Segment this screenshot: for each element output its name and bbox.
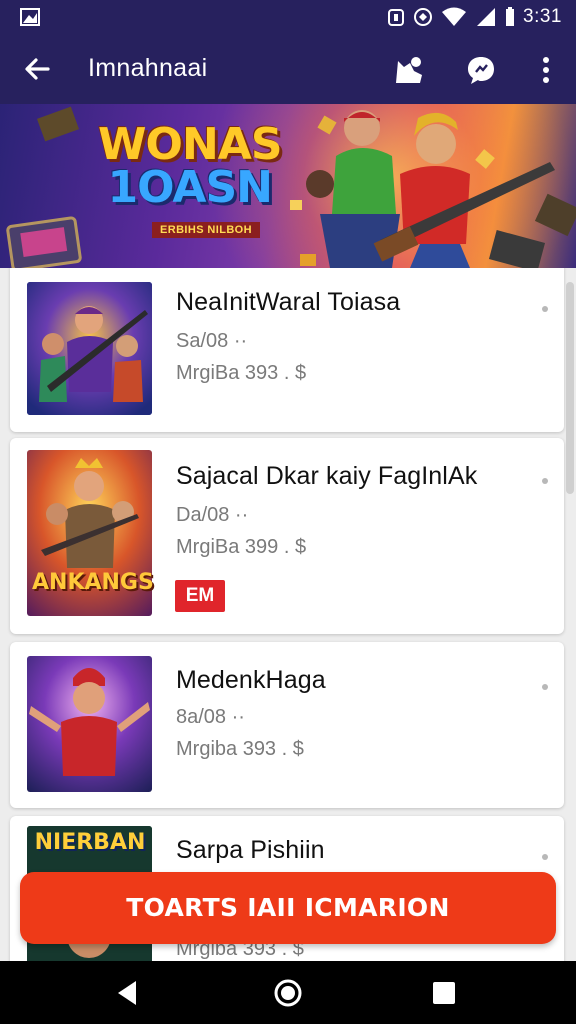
game-title: MedenkHaga [176, 666, 326, 694]
game-price: Mrgiba 393 . $ [176, 738, 304, 760]
scrollbar[interactable] [566, 282, 574, 494]
more-dot-icon[interactable] [542, 854, 548, 860]
list-item[interactable]: MedenkHaga 8a/08 ·· Mrgiba 393 . $ [10, 642, 564, 808]
clock: 3:31 [523, 6, 562, 27]
banner-title-line2: 1OASN [107, 162, 273, 213]
banner-artwork [6, 106, 576, 268]
game-title: Sarpa Pishiin [176, 836, 325, 864]
game-meta: Da/08 ·· [176, 504, 249, 526]
more-vert-icon[interactable] [529, 53, 563, 87]
status-badge: EM [175, 580, 225, 612]
game-title: NeaInitWaral Toiasa [176, 288, 401, 316]
vibrate-icon [414, 8, 433, 26]
game-title: Sajacal Dkar kaiy FagInlAk [176, 462, 478, 490]
back-icon[interactable] [20, 52, 54, 86]
recents-nav-icon[interactable] [428, 977, 460, 1009]
thumbnail-caption: NIERBAN [34, 830, 146, 855]
more-dot-icon[interactable] [542, 478, 548, 484]
game-price: MrgiBa 399 . $ [176, 536, 307, 558]
game-price: MrgiBa 393 . $ [176, 362, 307, 384]
game-meta: Sa/08 ·· [176, 330, 248, 352]
game-list[interactable]: NeaInitWaral Toiasa Sa/08 ·· MrgiBa 393 … [0, 268, 576, 961]
wifi-icon [442, 7, 467, 26]
more-dot-icon[interactable] [542, 306, 548, 312]
banner-subtitle: ERBIHS NILBOH [152, 222, 260, 238]
notification-icon [20, 8, 40, 26]
page-title: Imnahnaai [88, 54, 208, 82]
game-thumbnail [27, 282, 152, 415]
promo-banner[interactable]: WONAS 1OASN ERBIHS NILBOH [0, 104, 576, 268]
screen: 3:31 Imnahnaai WONAS 1OASN ERBIHS NILBOH… [0, 0, 576, 1024]
back-nav-icon[interactable] [112, 977, 144, 1009]
battery-icon [506, 7, 515, 26]
game-thumbnail [27, 656, 152, 792]
profile-icon[interactable] [392, 53, 426, 87]
signal-icon [477, 8, 496, 26]
banner-title-line1: WONAS [98, 119, 283, 170]
alarm-icon [388, 9, 405, 26]
home-nav-icon[interactable] [272, 977, 304, 1009]
thumbnail-caption: ANKANGS [32, 570, 154, 595]
list-item[interactable]: ANKANGS Sajacal Dkar kaiy FagInlAk Da/08… [10, 438, 564, 634]
chat-icon[interactable] [464, 53, 498, 87]
list-item[interactable]: NeaInitWaral Toiasa Sa/08 ·· MrgiBa 393 … [10, 268, 564, 432]
app-bar: Imnahnaai [0, 36, 576, 104]
banner-title: WONAS 1OASN [98, 119, 283, 213]
more-dot-icon[interactable] [542, 684, 548, 690]
status-bar: 3:31 [0, 0, 576, 36]
system-nav-bar [0, 961, 576, 1024]
game-meta: 8a/08 ·· [176, 706, 245, 728]
primary-action-button[interactable]: TOARTS IAII ICMARION [20, 872, 556, 944]
